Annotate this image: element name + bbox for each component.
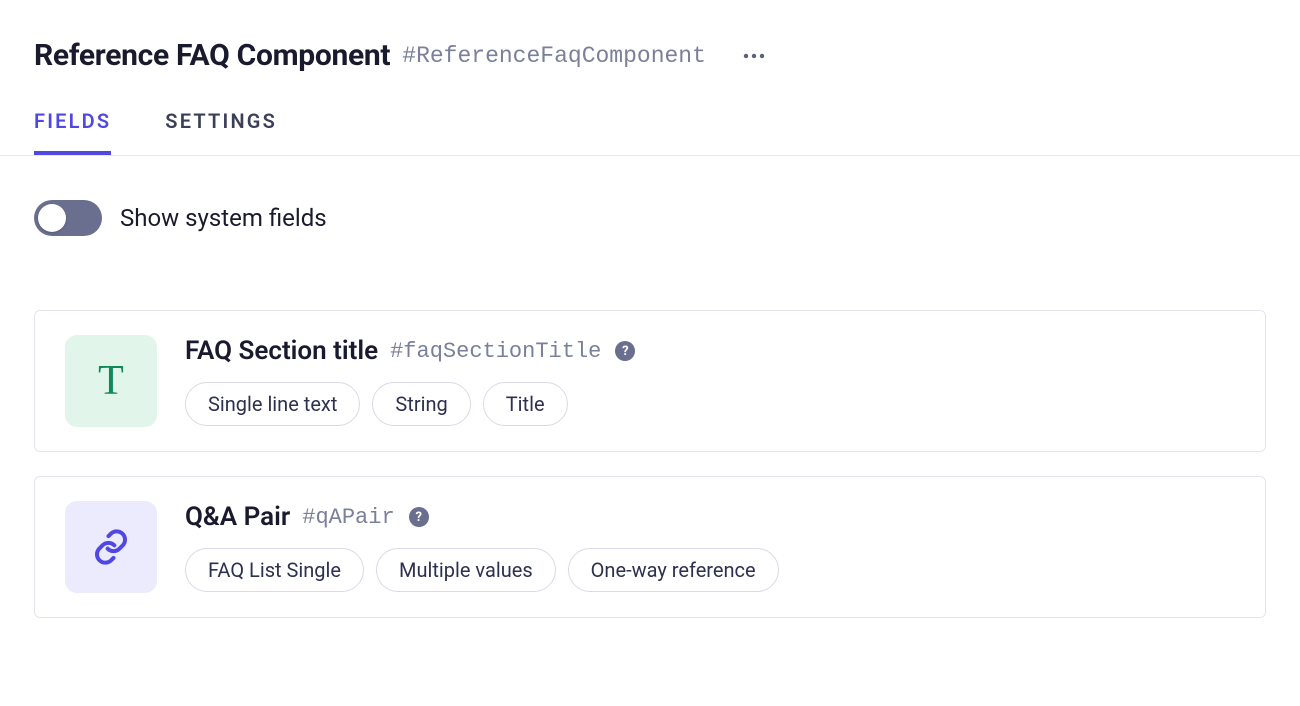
help-icon[interactable]: ? — [615, 341, 635, 361]
field-tags: FAQ List Single Multiple values One-way … — [185, 548, 1241, 592]
field-tag: String — [372, 382, 470, 426]
field-tags: Single line text String Title — [185, 382, 1241, 426]
system-fields-toggle[interactable] — [34, 200, 102, 236]
link-icon — [91, 527, 131, 567]
field-card[interactable]: T FAQ Section title #faqSectionTitle ? S… — [34, 310, 1266, 452]
tab-fields[interactable]: FIELDS — [34, 109, 111, 155]
field-body: Q&A Pair #qAPair ? FAQ List Single Multi… — [185, 502, 1241, 592]
tab-settings[interactable]: SETTINGS — [165, 109, 277, 155]
tabs: FIELDS SETTINGS — [0, 73, 1300, 156]
content: Show system fields T FAQ Section title #… — [0, 156, 1300, 618]
reference-field-type-icon — [65, 501, 157, 593]
field-title: FAQ Section title — [185, 336, 378, 366]
field-tag: Multiple values — [376, 548, 556, 592]
more-horizontal-icon — [743, 53, 765, 59]
field-title: Q&A Pair — [185, 502, 290, 532]
field-card[interactable]: Q&A Pair #qAPair ? FAQ List Single Multi… — [34, 476, 1266, 618]
field-title-row: Q&A Pair #qAPair ? — [185, 502, 1241, 532]
text-glyph-icon: T — [98, 357, 124, 405]
page-id: #ReferenceFaqComponent — [402, 43, 706, 69]
more-actions-button[interactable] — [738, 40, 770, 72]
system-fields-toggle-row: Show system fields — [34, 200, 1266, 236]
help-icon[interactable]: ? — [409, 507, 429, 527]
field-id: #qAPair — [302, 505, 394, 530]
page-title: Reference FAQ Component — [34, 38, 390, 73]
system-fields-toggle-label: Show system fields — [120, 204, 327, 232]
field-body: FAQ Section title #faqSectionTitle ? Sin… — [185, 336, 1241, 426]
field-tag: Title — [483, 382, 568, 426]
toggle-thumb — [38, 204, 66, 232]
field-id: #faqSectionTitle — [390, 339, 601, 364]
field-tag: Single line text — [185, 382, 360, 426]
field-tag: FAQ List Single — [185, 548, 364, 592]
header: Reference FAQ Component #ReferenceFaqCom… — [0, 0, 1300, 73]
field-tag: One-way reference — [568, 548, 779, 592]
field-title-row: FAQ Section title #faqSectionTitle ? — [185, 336, 1241, 366]
text-field-type-icon: T — [65, 335, 157, 427]
